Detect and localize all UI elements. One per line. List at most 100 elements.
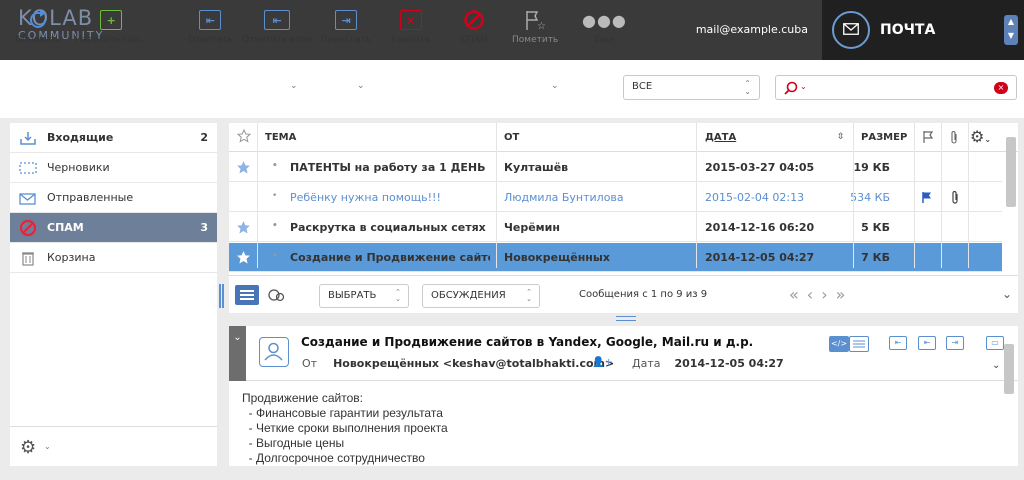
preview-reply-icon[interactable]: ⇤ bbox=[889, 336, 907, 350]
attachment-column-icon[interactable] bbox=[949, 130, 959, 145]
preview-header: Создание и Продвижение сайтов в Yandex, … bbox=[246, 326, 1018, 381]
search-input[interactable]: ⌄ × bbox=[775, 75, 1017, 100]
preview-reply-all-icon[interactable]: ⇤ bbox=[918, 336, 936, 350]
message-date: 2014-12-05 04:27 bbox=[705, 251, 815, 264]
delete-icon: × bbox=[391, 8, 430, 32]
message-size: 19 КБ bbox=[853, 161, 890, 174]
message-row[interactable]: • Ребёнку нужна помощь!!! Людмила Бунтилов… bbox=[229, 183, 1002, 212]
collapse-chevron-icon[interactable]: ⌄ bbox=[1002, 287, 1012, 301]
folder-name: Входящие bbox=[47, 131, 114, 144]
preview-subject: Создание и Продвижение сайтов в Yandex, … bbox=[301, 335, 754, 349]
threads-dropdown[interactable]: ОБСУЖДЕНИЯ ⌃ ⌄ bbox=[422, 284, 540, 308]
star-icon[interactable] bbox=[236, 250, 251, 265]
folder-item[interactable]: Черновики bbox=[10, 153, 217, 183]
message-subject[interactable]: ПАТЕНТЫ на работу за 1 ДЕНЬ ... bbox=[290, 161, 490, 174]
compose-label: Написать соо... bbox=[75, 35, 148, 45]
column-subject[interactable]: ТЕМА bbox=[265, 132, 296, 143]
collapse-headers-button[interactable]: ⌄ bbox=[229, 326, 246, 381]
thread-toggle-icon[interactable] bbox=[267, 288, 287, 302]
forward-button[interactable]: ⇥ Переслать bbox=[321, 8, 371, 45]
reply-all-dropdown-icon[interactable]: ⌄ bbox=[290, 81, 298, 91]
star-icon[interactable] bbox=[236, 160, 251, 175]
message-subject[interactable]: Раскрутка в социальных сетях ... bbox=[290, 221, 490, 234]
add-contact-icon[interactable]: 👤+ bbox=[592, 357, 613, 368]
reply-all-button[interactable]: ⇤ Ответить всем bbox=[242, 8, 312, 45]
body-line: - Четкие сроки выполнения проекта bbox=[242, 421, 448, 435]
message-list: ТЕМА ОТ ДАТА ⇳ РАЗМЕР ⚙⌄ • ПАТЕНТЫ на раб… bbox=[229, 123, 1018, 313]
column-from[interactable]: ОТ bbox=[504, 132, 519, 143]
settings-dropdown-icon: ⌄ bbox=[44, 442, 51, 451]
message-subject[interactable]: Ребёнку нужна помощь!!! bbox=[290, 191, 490, 204]
folder-settings[interactable]: ⚙ ⌄ bbox=[10, 426, 217, 466]
mark-dropdown-icon[interactable]: ⌄ bbox=[551, 81, 559, 91]
spam-button[interactable]: СПАМ bbox=[461, 8, 488, 45]
message-from[interactable]: Черёмин bbox=[504, 221, 689, 234]
message-list-header: ТЕМА ОТ ДАТА ⇳ РАЗМЕР ⚙⌄ bbox=[229, 123, 1018, 152]
column-size[interactable]: РАЗМЕР bbox=[861, 132, 907, 143]
forward-dropdown-icon[interactable]: ⌄ bbox=[357, 81, 365, 91]
preview-scrollbar[interactable] bbox=[1004, 344, 1014, 394]
app-title: ПОЧТА bbox=[880, 22, 936, 38]
compose-button[interactable]: + Написать соо... bbox=[75, 8, 147, 45]
reply-all-label: Ответить всем bbox=[242, 35, 313, 45]
message-row[interactable]: • Раскрутка в социальных сетях ... Черёмин… bbox=[229, 213, 1002, 242]
mail-app-tab[interactable]: ПОЧТА ▲ ▼ bbox=[822, 0, 1024, 60]
message-from[interactable]: Людмила Бунтилова bbox=[504, 191, 689, 204]
envelope-icon bbox=[832, 11, 870, 49]
mark-button[interactable]: ☆ Пометить bbox=[512, 8, 558, 45]
search-options-dropdown-icon[interactable]: ⌄ bbox=[800, 82, 807, 91]
sort-arrows-icon[interactable]: ⇳ bbox=[837, 132, 845, 142]
list-options-button[interactable] bbox=[235, 285, 259, 305]
column-date[interactable]: ДАТА bbox=[705, 132, 736, 143]
open-window-icon[interactable]: ▭ bbox=[986, 336, 1004, 350]
star-icon[interactable] bbox=[236, 220, 251, 235]
message-size: 5 КБ bbox=[861, 221, 890, 234]
message-row[interactable]: • ПАТЕНТЫ на работу за 1 ДЕНЬ ... Култашёв… bbox=[229, 153, 1002, 182]
app-switcher-arrows[interactable]: ▲ ▼ bbox=[1004, 15, 1018, 45]
inbox-icon bbox=[19, 129, 37, 147]
more-options-chevron-icon[interactable]: ⌄ bbox=[992, 360, 1000, 371]
list-options-gear-icon[interactable]: ⚙⌄ bbox=[970, 127, 991, 146]
message-subject[interactable]: Создание и Продвижение сайто... bbox=[290, 251, 490, 264]
forward-label: Переслать bbox=[321, 35, 372, 45]
star-column-icon[interactable] bbox=[237, 129, 251, 143]
refresh-button[interactable]: Обновить bbox=[15, 8, 61, 45]
delete-button[interactable]: × Удалить bbox=[391, 8, 430, 45]
html-view-icon[interactable]: </> bbox=[829, 336, 849, 352]
reply-button[interactable]: ⇤ Ответить bbox=[188, 8, 233, 45]
flag-column-icon[interactable] bbox=[922, 130, 934, 144]
body-line: - Выгодные цены bbox=[242, 436, 345, 450]
preview-forward-icon[interactable]: ⇥ bbox=[946, 336, 964, 350]
text-view-icon[interactable] bbox=[849, 336, 869, 352]
folder-item[interactable]: СПАМ 3 bbox=[10, 213, 217, 243]
folder-list: Входящие 2 Черновики Отправленные СПАМ 3 Корзи… bbox=[10, 123, 217, 466]
vertical-splitter-handle[interactable] bbox=[219, 284, 224, 308]
filter-select[interactable]: ВСЕ ⌃ ⌄ bbox=[623, 75, 760, 100]
from-value[interactable]: Новокрещённых <keshav@totalbhakti.com> bbox=[333, 357, 614, 370]
reply-label: Ответить bbox=[188, 35, 233, 45]
pagination-nav[interactable]: «‹›» bbox=[789, 285, 853, 304]
folder-item[interactable]: Отправленные bbox=[10, 183, 217, 213]
bullet-icon: • bbox=[272, 191, 278, 201]
folder-item[interactable]: Корзина bbox=[10, 243, 217, 273]
horizontal-splitter-handle[interactable] bbox=[616, 316, 636, 321]
message-list-scrollbar[interactable] bbox=[1006, 137, 1016, 207]
date-label: Дата bbox=[632, 357, 661, 370]
compose-icon: + bbox=[75, 8, 147, 32]
flagged-icon[interactable] bbox=[921, 191, 933, 204]
message-row[interactable]: • Создание и Продвижение сайто... Новокрещ… bbox=[229, 243, 1002, 272]
more-button[interactable]: ●●● Еще bbox=[582, 8, 627, 46]
folder-unread-count: 3 bbox=[200, 221, 208, 234]
user-email[interactable]: mail@example.cuba bbox=[696, 23, 808, 36]
folder-name: СПАМ bbox=[47, 221, 84, 234]
clear-search-icon[interactable]: × bbox=[994, 82, 1008, 94]
message-from[interactable]: Култашёв bbox=[504, 161, 689, 174]
delete-label: Удалить bbox=[391, 35, 431, 45]
select-dropdown[interactable]: ВЫБРАТЬ ⌃ ⌄ bbox=[319, 284, 409, 308]
message-from[interactable]: Новокрещённых bbox=[504, 251, 689, 264]
folder-item[interactable]: Входящие 2 bbox=[10, 123, 217, 153]
message-count: Сообщения с 1 по 9 из 9 bbox=[579, 289, 708, 300]
body-line: Продвижение сайтов: bbox=[242, 391, 363, 405]
attachment-icon[interactable] bbox=[950, 190, 960, 205]
forward-icon: ⇥ bbox=[321, 8, 371, 32]
